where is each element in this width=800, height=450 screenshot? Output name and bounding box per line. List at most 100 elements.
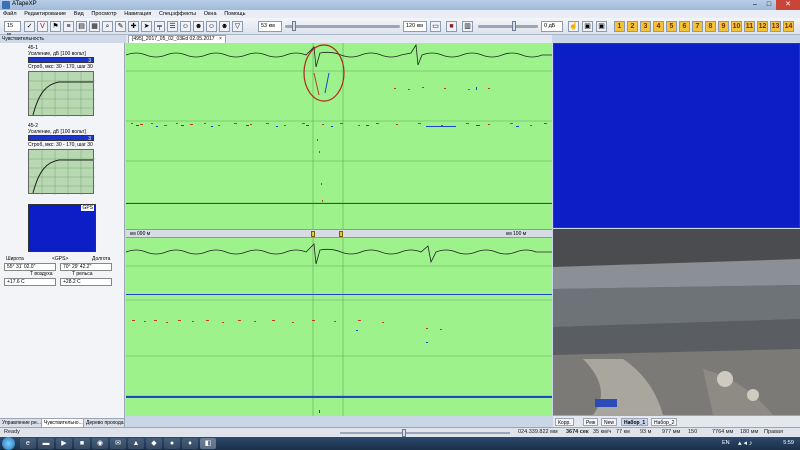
tool-plus-icon[interactable]: ✚	[128, 21, 139, 32]
tool-arrow-icon[interactable]: ➤	[141, 21, 152, 32]
tool-people4-icon[interactable]: ☻	[219, 21, 230, 32]
tab-close-icon[interactable]: ×	[219, 36, 222, 42]
tool-rail-icon[interactable]: ╤	[154, 21, 165, 32]
bscan-pane-lower[interactable]	[126, 238, 552, 416]
taskbar-folder-icon[interactable]: ▬	[38, 438, 54, 449]
channel-8-icon[interactable]: 8	[705, 21, 716, 32]
status-side: Правая	[764, 429, 783, 435]
bscan-upper-drawing	[126, 43, 552, 229]
channel-2-icon[interactable]: 2	[627, 21, 638, 32]
ch1-gain-bar[interactable]: 3	[28, 57, 94, 64]
tool-hand-icon[interactable]: ☝	[568, 21, 579, 32]
taskbar-app4-icon[interactable]: ◆	[146, 438, 162, 449]
channel-12-icon[interactable]: 12	[757, 21, 768, 32]
taskbar-app-icon[interactable]: ■	[74, 438, 90, 449]
channel-11-icon[interactable]: 11	[744, 21, 755, 32]
gain-slider-track[interactable]	[478, 25, 538, 28]
menu-file[interactable]: Файл	[0, 10, 20, 18]
channel-5-icon[interactable]: 5	[666, 21, 677, 32]
channel-1-icon[interactable]: 1	[614, 21, 625, 32]
tool-people-icon[interactable]: ☺	[180, 21, 191, 32]
rail-temp-label: T рельса	[72, 271, 93, 277]
channel-3-icon[interactable]: 3	[640, 21, 651, 32]
air-temp-label: T воздуха	[30, 271, 53, 277]
tool-list-icon[interactable]: ≡	[63, 21, 74, 32]
minimize-icon[interactable]: –	[748, 0, 762, 10]
maximize-icon[interactable]: □	[762, 0, 776, 10]
tool-zoom-icon[interactable]: ⌕	[102, 21, 113, 32]
ch2-strob-label: Строб, мкс: 30 - 170, шаг 30	[28, 142, 93, 148]
lang-indicator[interactable]: EN	[722, 440, 730, 446]
position-slider-thumb[interactable]	[402, 429, 406, 437]
menu-view[interactable]: Вид	[71, 10, 87, 18]
end-km-field[interactable]: 120 км	[403, 21, 427, 32]
tool-book-icon[interactable]: ■	[446, 21, 457, 32]
document-tab[interactable]: [495]_2017_05_02_03Ed 02.05.2017 ×	[128, 35, 226, 43]
rail-camera-view	[553, 229, 800, 415]
tool-people2-icon[interactable]: ☻	[193, 21, 204, 32]
taskbar-chrome-icon[interactable]: ◉	[92, 438, 108, 449]
tool-people3-icon[interactable]: ☺	[206, 21, 217, 32]
cam-tab-corr[interactable]: Корр.	[555, 418, 574, 426]
channel-9-icon[interactable]: 9	[718, 21, 729, 32]
cam-tab-new[interactable]: New	[601, 418, 618, 426]
start-button[interactable]	[2, 437, 15, 450]
clock[interactable]: 5:59	[783, 440, 794, 446]
speed-field[interactable]: 15 м	[4, 21, 21, 38]
tool-calc-icon[interactable]: ▥	[462, 21, 473, 32]
taskbar-media-icon[interactable]: ▶	[56, 438, 72, 449]
menu-effects[interactable]: Спецэффекты	[156, 10, 199, 18]
distance-ruler[interactable]: км 090 м км 100 м	[126, 229, 552, 238]
status-seconds: 3674 сек	[566, 429, 589, 435]
channel-7-icon[interactable]: 7	[692, 21, 703, 32]
ch1-curve-graph	[28, 71, 95, 117]
air-temp-value: +17.6 C	[4, 278, 56, 286]
menu-browse[interactable]: Просмотр	[88, 10, 119, 18]
start-km-field[interactable]: 53 км	[258, 21, 282, 32]
menu-edit[interactable]: Редактирование	[21, 10, 69, 18]
tool-grid-icon[interactable]: ▦	[89, 21, 100, 32]
taskbar-app3-icon[interactable]: ▲	[128, 438, 144, 449]
tool-bars-icon[interactable]: ☰	[167, 21, 178, 32]
channel-6-icon[interactable]: 6	[679, 21, 690, 32]
cam-tab-mode[interactable]: Реж	[583, 418, 599, 426]
taskbar-app6-icon[interactable]: ♦	[182, 438, 198, 449]
menu-windows[interactable]: Окна	[201, 10, 220, 18]
tool-doc-icon[interactable]: ▭	[430, 21, 441, 32]
ch2-gain-bar[interactable]: 3	[28, 135, 94, 142]
tray-icons[interactable]: ▴ ◂ ♪	[738, 439, 752, 447]
channel-13-icon[interactable]: 13	[770, 21, 781, 32]
channel-10-icon[interactable]: 10	[731, 21, 742, 32]
gain-field[interactable]: 0 дБ	[541, 21, 563, 32]
ruler-marker-right[interactable]	[339, 231, 343, 237]
tool-flag-icon[interactable]: ⚑	[50, 21, 61, 32]
menu-help[interactable]: Помощь	[221, 10, 248, 18]
channel-14-icon[interactable]: 14	[783, 21, 794, 32]
taskbar-app5-icon[interactable]: ●	[164, 438, 180, 449]
lon-label: Долгота	[92, 256, 111, 262]
taskbar-ie-icon[interactable]: e	[20, 438, 36, 449]
close-icon[interactable]: ✕	[776, 0, 800, 10]
range-slider-thumb[interactable]	[292, 21, 296, 31]
tool-brush-icon[interactable]: ✎	[115, 21, 126, 32]
gain-slider-thumb[interactable]	[512, 21, 516, 31]
taskbar-app2-icon[interactable]: ✉	[110, 438, 126, 449]
bscan-pane-upper[interactable]	[126, 43, 552, 229]
cam-tab-set1[interactable]: Набор_1	[621, 418, 649, 426]
menu-navigation[interactable]: Навигация	[121, 10, 154, 18]
tool-yellow-icon[interactable]: ▣	[582, 21, 593, 32]
tool-yellow2-icon[interactable]: ▣	[596, 21, 607, 32]
document-tab-label: [495]_2017_05_02_03Ed 02.05.2017	[132, 36, 215, 42]
tool-stack-icon[interactable]: ▤	[76, 21, 87, 32]
position-slider-track[interactable]	[340, 432, 510, 434]
tool-filter-icon[interactable]: ▽	[232, 21, 243, 32]
taskbar-atape-icon[interactable]: ◧	[200, 438, 216, 449]
tool-v-icon[interactable]: V	[37, 21, 48, 32]
ruler-marker-left[interactable]	[311, 231, 315, 237]
range-slider-track[interactable]	[285, 25, 400, 28]
cam-tab-set2[interactable]: Набор_2	[651, 418, 678, 426]
tool-check-icon[interactable]: ✓	[24, 21, 35, 32]
app-icon	[2, 1, 10, 9]
ruler-right-label: км 100 м	[506, 231, 527, 237]
channel-4-icon[interactable]: 4	[653, 21, 664, 32]
